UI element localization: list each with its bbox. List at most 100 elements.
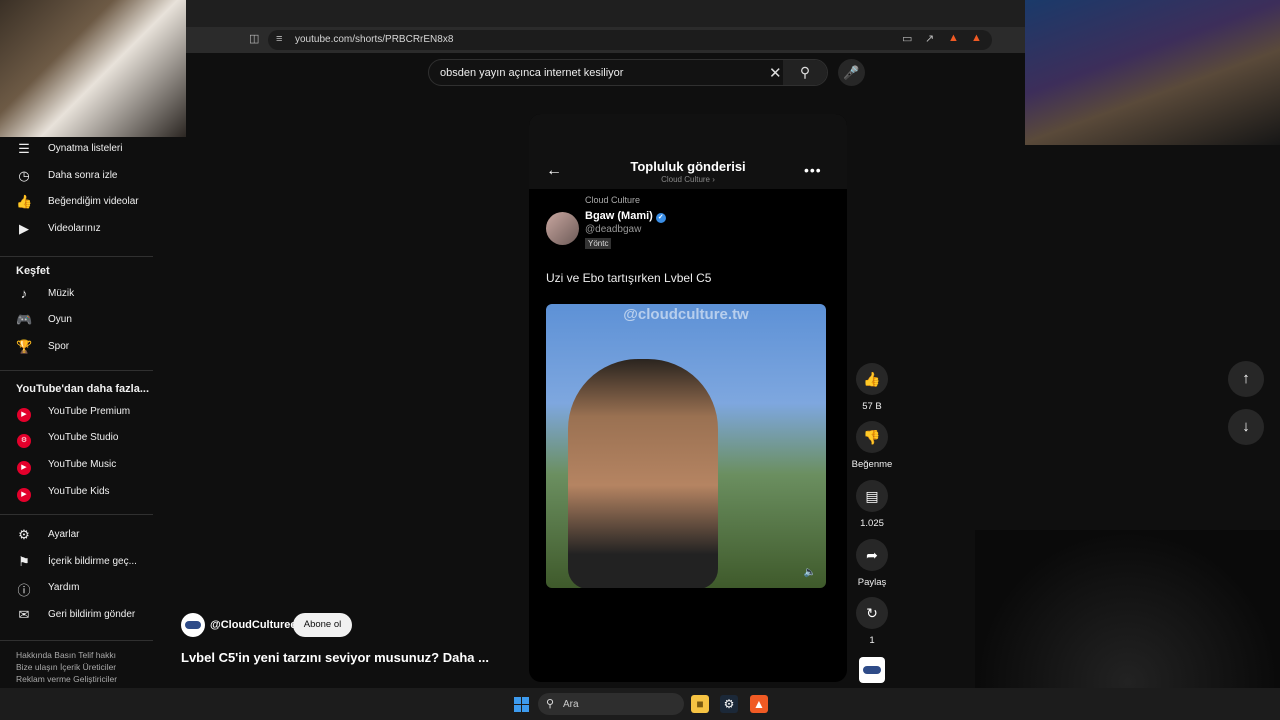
cast-icon[interactable]: ▭ [902, 34, 912, 45]
sidebar-item-settings[interactable]: ⚙ Ayarlar [0, 522, 153, 548]
previous-short-button[interactable]: ↑ [1228, 361, 1264, 397]
share-button[interactable]: ➦ Paylaş [848, 539, 896, 588]
search-box[interactable]: obsden yayın açınca internet kesiliyor ✕… [428, 59, 828, 86]
share-icon: ➦ [856, 539, 888, 571]
sidebar-item-help[interactable]: ⓘ Yardım [0, 575, 153, 601]
sidebar-item-watch-later[interactable]: ◷ Daha sonra izle [0, 163, 153, 189]
sidebar-item-gaming[interactable]: 🎮 Oyun [0, 307, 153, 333]
dislike-button[interactable]: 👎 Beğenme [848, 421, 896, 470]
file-explorer-icon[interactable]: ■ [691, 695, 709, 713]
youtube-music-icon: ▶ [16, 457, 32, 475]
sidebar-item-playlists[interactable]: ☰ Oynatma listeleri [0, 136, 153, 162]
sidebar-item-label: İçerik bildirme geç... [48, 556, 137, 567]
brave-browser-icon[interactable]: ▲ [750, 695, 768, 713]
remix-count: 1 [869, 635, 875, 646]
thumbs-down-icon: 👎 [856, 421, 888, 453]
share-label: Paylaş [857, 577, 887, 588]
post-header-subtitle: Cloud Culture › [661, 175, 715, 184]
sidebar-item-label: YouTube Music [48, 459, 117, 470]
next-short-button[interactable]: ↓ [1228, 409, 1264, 445]
webcam-overlay-left [0, 0, 186, 137]
dislike-label: Beğenme [851, 459, 893, 470]
sidebar-item-youtube-kids[interactable]: ▶ YouTube Kids [0, 479, 153, 505]
search-icon: ⚲ [546, 698, 555, 710]
steam-icon[interactable]: ⚙ [720, 695, 738, 713]
footer-links[interactable]: Hakkında Basın Telif hakkı [16, 650, 116, 660]
flag-icon: ⚑ [18, 554, 30, 569]
post-handle: @deadbgaw [585, 224, 642, 235]
sidebar-divider [0, 370, 153, 371]
sidebar-item-label: YouTube Kids [48, 486, 110, 497]
sidebar-item-music[interactable]: ♪ Müzik [0, 281, 153, 307]
channel-name[interactable]: @CloudCulturee [210, 619, 297, 631]
sidebar-item-label: Yardım [48, 582, 80, 593]
video-watermark: @cloudculture.tw [623, 306, 749, 323]
gear-icon: ⚙ [18, 527, 30, 542]
thumbs-up-icon: 👍 [856, 363, 888, 395]
sidebar-item-your-videos[interactable]: ▶ Videolarınız [0, 216, 153, 242]
arrow-down-icon: ↓ [1242, 418, 1250, 435]
post-channel-name: Cloud Culture [585, 195, 641, 205]
mic-icon: 🎤 [843, 65, 860, 80]
sidebar-item-youtube-studio[interactable]: ⚙ YouTube Studio [0, 425, 153, 451]
taskbar-search[interactable]: ⚲ Ara [538, 693, 684, 715]
sidebar-divider [0, 514, 153, 515]
clock-icon: ◷ [18, 168, 30, 183]
taskbar-search-placeholder: Ara [563, 699, 579, 710]
remix-icon: ↻ [856, 597, 888, 629]
bookmark-icon[interactable]: ◫ [249, 34, 259, 45]
video-title[interactable]: Lvbel C5'in yeni tarzını seviyor musunuz… [181, 650, 489, 665]
close-icon[interactable]: ✕ [769, 64, 782, 82]
brave-rewards-icon[interactable]: ▲ [971, 33, 982, 44]
video-icon: ▶ [19, 221, 29, 236]
windows-start-icon[interactable] [514, 697, 529, 712]
youtube-icon: ▶ [16, 404, 32, 422]
sidebar-item-liked-videos[interactable]: 👍 Beğendiğim videolar [0, 189, 153, 215]
sidebar-item-label: Ayarlar [48, 529, 80, 540]
sidebar-item-label: YouTube Studio [48, 432, 119, 443]
search-input[interactable]: obsden yayın açınca internet kesiliyor [440, 67, 623, 79]
sidebar-item-send-feedback[interactable]: ✉ Geri bildirim gönder [0, 602, 153, 628]
thumbs-up-icon: 👍 [16, 194, 33, 209]
more-options-icon[interactable]: ••• [804, 162, 822, 178]
like-button[interactable]: 👍 57 B [848, 363, 896, 412]
footer-links[interactable]: Bize ulaşın İçerik Üreticiler [16, 662, 116, 672]
mic-button[interactable]: 🎤 [838, 59, 865, 86]
sidebar-item-label: Müzik [48, 288, 75, 299]
sidebar-divider [0, 256, 153, 257]
post-text: Uzi ve Ebo tartışırken Lvbel C5 [546, 271, 712, 285]
webcam-overlay-right [1025, 0, 1280, 145]
gamepad-icon: 🎮 [16, 312, 33, 327]
search-button[interactable]: ⚲ [783, 60, 827, 85]
avatar [546, 212, 579, 245]
remix-button[interactable]: ↻ 1 [848, 597, 896, 646]
post-header-title: Topluluk gönderisi [630, 159, 746, 174]
music-icon: ♪ [20, 286, 28, 301]
channel-avatar[interactable] [181, 613, 205, 637]
explore-heading: Keşfet [16, 265, 50, 277]
comment-count: 1.025 [860, 518, 884, 529]
subscribe-button[interactable]: Abone ol [293, 613, 352, 637]
embedded-video[interactable]: @cloudculture.tw 🔈 [546, 304, 826, 588]
search-icon: ⚲ [799, 64, 811, 80]
comments-button[interactable]: ▤ 1.025 [848, 480, 896, 529]
sound-thumbnail[interactable] [859, 657, 885, 683]
browser-tab-strip [186, 0, 1025, 27]
sidebar-item-report-history[interactable]: ⚑ İçerik bildirme geç... [0, 549, 153, 575]
more-from-youtube-heading: YouTube'dan daha fazla... [16, 383, 149, 395]
site-info-icon[interactable]: ≡ [276, 34, 282, 45]
sidebar-item-youtube-premium[interactable]: ▶ YouTube Premium [0, 399, 153, 425]
brave-shield-icon[interactable]: ▲ [948, 33, 959, 44]
sidebar-item-youtube-music[interactable]: ▶ YouTube Music [0, 452, 153, 478]
sidebar-item-label: Oyun [48, 314, 72, 325]
shorts-player[interactable]: ← Topluluk gönderisi Cloud Culture › •••… [529, 114, 847, 682]
trophy-icon: 🏆 [16, 339, 33, 354]
playlist-icon: ☰ [18, 141, 30, 156]
footer-links[interactable]: Reklam verme Geliştiriciler [16, 674, 117, 684]
sidebar-item-sports[interactable]: 🏆 Spor [0, 334, 153, 360]
sidebar-item-label: Beğendiğim videolar [48, 196, 139, 207]
share-page-icon[interactable]: ↗ [925, 34, 934, 45]
feedback-icon: ✉ [18, 607, 30, 622]
sidebar-item-label: Oynatma listeleri [48, 143, 123, 154]
volume-icon[interactable]: 🔈 [804, 567, 816, 578]
